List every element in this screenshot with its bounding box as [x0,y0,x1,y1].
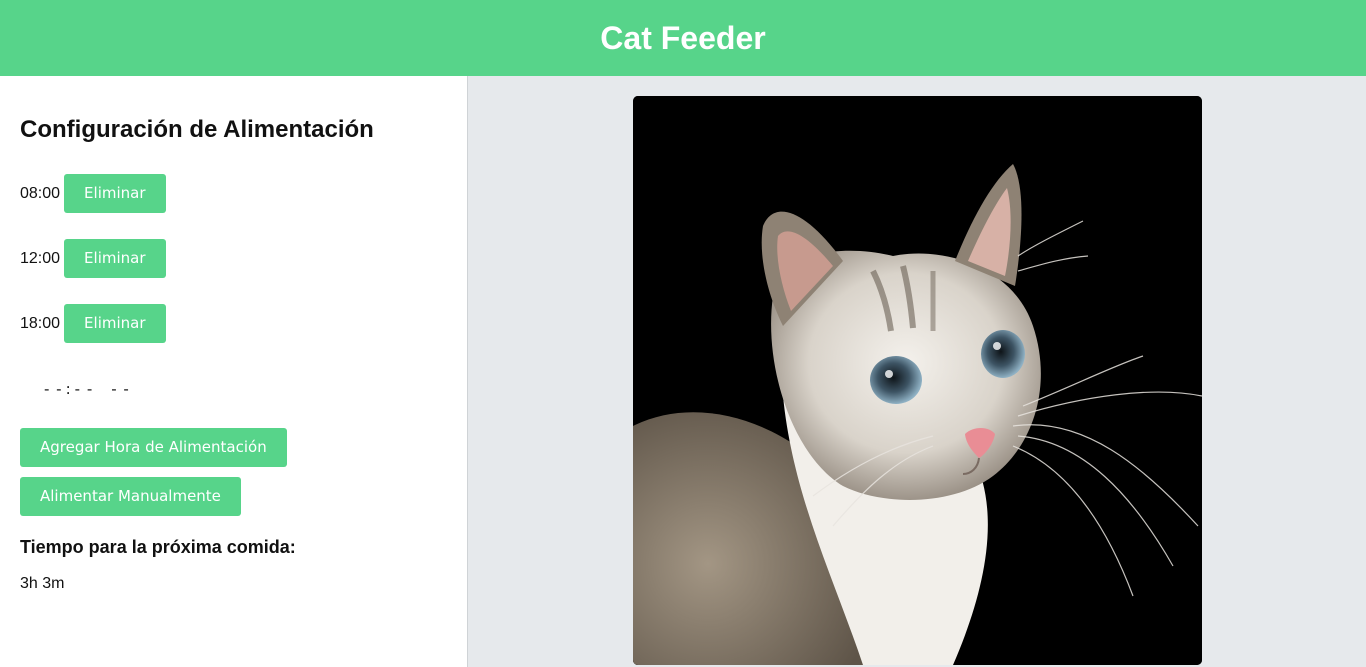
time-input[interactable]: - - : - - - - [20,376,160,402]
app-title: Cat Feeder [600,19,766,56]
delete-button[interactable]: Eliminar [64,174,166,213]
time-input-minutes[interactable]: - - [75,380,94,398]
delete-button[interactable]: Eliminar [64,304,166,343]
schedule-row: 12:00 Eliminar [20,239,166,278]
next-meal-value: 3h 3m [20,575,65,592]
schedule-time: 12:00 [20,249,61,267]
delete-button[interactable]: Eliminar [64,239,166,278]
next-meal-label: Tiempo para la próxima comida: [20,537,296,557]
cat-illustration [633,96,1202,665]
add-feeding-time-button[interactable]: Agregar Hora de Alimentación [20,428,287,467]
config-title: Configuración de Alimentación [20,116,374,143]
schedule-row: 18:00 Eliminar [20,304,166,343]
time-input-ampm[interactable]: - - [111,380,130,398]
config-panel: Configuración de Alimentación 08:00 Elim… [0,76,468,667]
schedule-row: 08:00 Eliminar [20,174,166,213]
manual-feed-button[interactable]: Alimentar Manualmente [20,477,241,516]
schedule-time: 18:00 [20,314,61,332]
schedule-time: 08:00 [20,184,61,202]
time-input-separator: : [65,380,72,398]
app-header: Cat Feeder [0,0,1366,76]
cat-photo [633,96,1202,665]
time-input-hours[interactable]: - - [44,380,63,398]
